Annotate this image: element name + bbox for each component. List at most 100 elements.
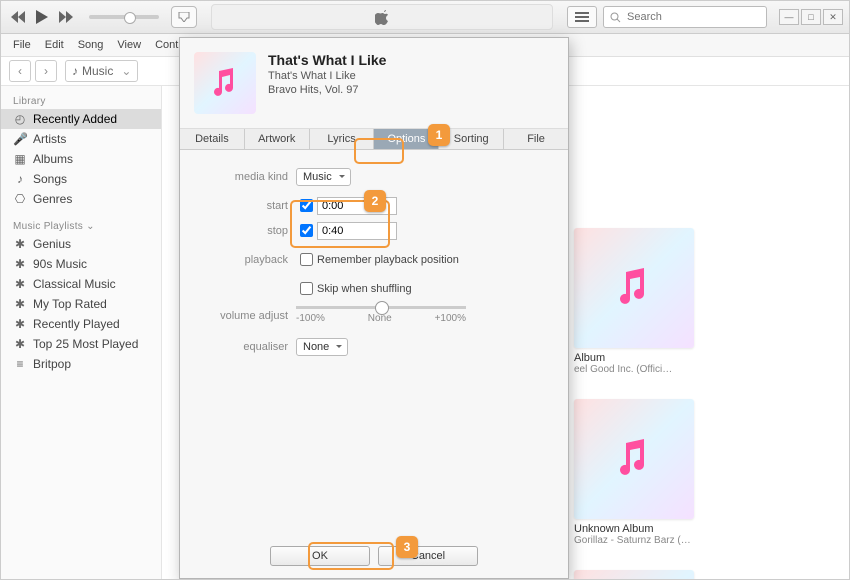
gear-icon: ✱ bbox=[13, 297, 27, 311]
search-input[interactable] bbox=[625, 10, 760, 24]
stop-time-input[interactable] bbox=[317, 222, 397, 240]
song-info-dialog: That's What I Like That's What I Like Br… bbox=[179, 37, 569, 579]
label-stop: stop bbox=[198, 225, 296, 237]
apple-icon bbox=[375, 9, 389, 25]
album-cover bbox=[574, 399, 694, 519]
note-icon: ♪ bbox=[13, 172, 27, 186]
dialog-cover-art bbox=[194, 52, 256, 114]
sidebar-item-songs[interactable]: ♪Songs bbox=[1, 169, 161, 189]
search-icon bbox=[610, 12, 621, 23]
gear-icon: ✱ bbox=[13, 337, 27, 351]
sidebar: Library ◴ Recently Added 🎤Artists ▦ Albums ♪S… bbox=[1, 86, 162, 580]
chevron-down-icon: ⌄ bbox=[121, 64, 131, 78]
sidebar-item-classical-music[interactable]: ✱ Classical Music bbox=[1, 274, 161, 294]
gear-icon: ✱ bbox=[13, 257, 27, 271]
sidebar-item-genius[interactable]: ✱ Genius bbox=[1, 234, 161, 254]
airplay-button[interactable] bbox=[171, 6, 197, 28]
label-equaliser: equaliser bbox=[198, 341, 296, 353]
play-button[interactable] bbox=[31, 7, 53, 27]
back-button[interactable]: ‹ bbox=[9, 60, 31, 82]
tab-lyrics[interactable]: Lyrics bbox=[310, 129, 375, 149]
album-card[interactable]: Musiques bbox=[574, 570, 694, 580]
menu-edit[interactable]: Edit bbox=[39, 37, 70, 53]
remember-checkbox[interactable] bbox=[300, 253, 313, 266]
sidebar-header-library: Library bbox=[1, 92, 161, 109]
sidebar-item-90s-music[interactable]: ✱ 90s Music bbox=[1, 254, 161, 274]
vol-max-label: +100% bbox=[435, 313, 466, 324]
sidebar-item-label: Recently Played bbox=[33, 317, 120, 331]
sidebar-item-genres[interactable]: ⎔ Genres bbox=[1, 189, 161, 209]
album-card[interactable]: Albumeel Good Inc. (Offici… bbox=[574, 228, 694, 375]
menu-file[interactable]: File bbox=[7, 37, 37, 53]
stop-checkbox[interactable] bbox=[300, 224, 313, 237]
window-close-button[interactable]: ✕ bbox=[823, 9, 843, 25]
cancel-button[interactable]: Cancel bbox=[378, 546, 478, 566]
sidebar-item-label: Albums bbox=[33, 152, 73, 166]
sidebar-item-britpop[interactable]: ≡Britpop bbox=[1, 354, 161, 374]
volume-slider[interactable] bbox=[89, 15, 159, 19]
tab-details[interactable]: Details bbox=[180, 129, 245, 149]
ok-button[interactable]: OK bbox=[270, 546, 370, 566]
volume-adjust-slider[interactable] bbox=[296, 306, 466, 309]
music-icon: ♪ bbox=[72, 64, 78, 78]
tag-icon: ⎔ bbox=[13, 192, 27, 206]
sidebar-item-my-top-rated[interactable]: ✱ My Top Rated bbox=[1, 294, 161, 314]
sidebar-item-recently-added[interactable]: ◴ Recently Added bbox=[1, 109, 161, 129]
skip-label: Skip when shuffling bbox=[317, 283, 412, 295]
next-button[interactable] bbox=[55, 7, 77, 27]
label-media-kind: media kind bbox=[198, 171, 296, 183]
album-cover bbox=[574, 228, 694, 348]
dialog-title: That's What I Like bbox=[268, 52, 386, 68]
sidebar-item-label: Britpop bbox=[33, 357, 71, 371]
sidebar-item-recently-played[interactable]: ✱ Recently Played bbox=[1, 314, 161, 334]
gear-icon: ✱ bbox=[13, 277, 27, 291]
list-view-button[interactable] bbox=[567, 6, 597, 28]
label-start: start bbox=[198, 200, 296, 212]
sidebar-item-label: My Top Rated bbox=[33, 297, 107, 311]
sidebar-item-label: Top 25 Most Played bbox=[33, 337, 138, 351]
library-dropdown-label: Music bbox=[82, 64, 113, 78]
sidebar-item-label: 90s Music bbox=[33, 257, 87, 271]
sidebar-item-label: Genius bbox=[33, 237, 71, 251]
remember-label: Remember playback position bbox=[317, 254, 459, 266]
dialog-subtitle-album: Bravo Hits, Vol. 97 bbox=[268, 84, 386, 96]
sidebar-header-playlists[interactable]: Music Playlists ⌄ bbox=[1, 217, 161, 234]
sidebar-item-label: Recently Added bbox=[33, 112, 117, 126]
dialog-subtitle-artist: That's What I Like bbox=[268, 70, 386, 82]
album-title: Album bbox=[574, 352, 694, 364]
menu-song[interactable]: Song bbox=[72, 37, 110, 53]
equaliser-dropdown[interactable]: None bbox=[296, 338, 348, 356]
skip-checkbox[interactable] bbox=[300, 282, 313, 295]
media-kind-dropdown[interactable]: Music bbox=[296, 168, 351, 186]
start-checkbox[interactable] bbox=[300, 199, 313, 212]
sidebar-item-label: Genres bbox=[33, 192, 72, 206]
window-min-button[interactable]: — bbox=[779, 9, 799, 25]
tab-file[interactable]: File bbox=[504, 129, 568, 149]
album-title: Unknown Album bbox=[574, 523, 694, 535]
album-card[interactable]: Unknown AlbumGorillaz - Saturnz Barz (Sp… bbox=[574, 399, 694, 546]
dialog-tabs: DetailsArtworkLyricsOptionsSortingFile bbox=[180, 129, 568, 150]
album-artist: Gorillaz - Saturnz Barz (Spirit H… bbox=[574, 535, 694, 546]
annotation-1: 1 bbox=[428, 124, 450, 146]
sidebar-item-albums[interactable]: ▦ Albums bbox=[1, 149, 161, 169]
vol-min-label: -100% bbox=[296, 313, 325, 324]
grid-icon: ▦ bbox=[13, 152, 27, 166]
label-playback: playback bbox=[198, 254, 296, 266]
tab-artwork[interactable]: Artwork bbox=[245, 129, 310, 149]
prev-button[interactable] bbox=[7, 7, 29, 27]
gear-icon: ✱ bbox=[13, 237, 27, 251]
menu-view[interactable]: View bbox=[111, 37, 147, 53]
search-box[interactable] bbox=[603, 6, 767, 28]
window-max-button[interactable]: □ bbox=[801, 9, 821, 25]
clock-icon: ◴ bbox=[13, 112, 27, 126]
album-cover bbox=[574, 570, 694, 580]
sidebar-item-artists[interactable]: 🎤Artists bbox=[1, 129, 161, 149]
gear-icon: ✱ bbox=[13, 317, 27, 331]
forward-button[interactable]: › bbox=[35, 60, 57, 82]
sidebar-item-top-25-most-played[interactable]: ✱ Top 25 Most Played bbox=[1, 334, 161, 354]
sidebar-item-label: Classical Music bbox=[33, 277, 116, 291]
sidebar-item-label: Artists bbox=[33, 132, 66, 146]
chevron-down-icon: ⌄ bbox=[86, 221, 95, 232]
annotation-3: 3 bbox=[396, 536, 418, 558]
library-dropdown[interactable]: ♪ Music ⌄ bbox=[65, 60, 138, 82]
